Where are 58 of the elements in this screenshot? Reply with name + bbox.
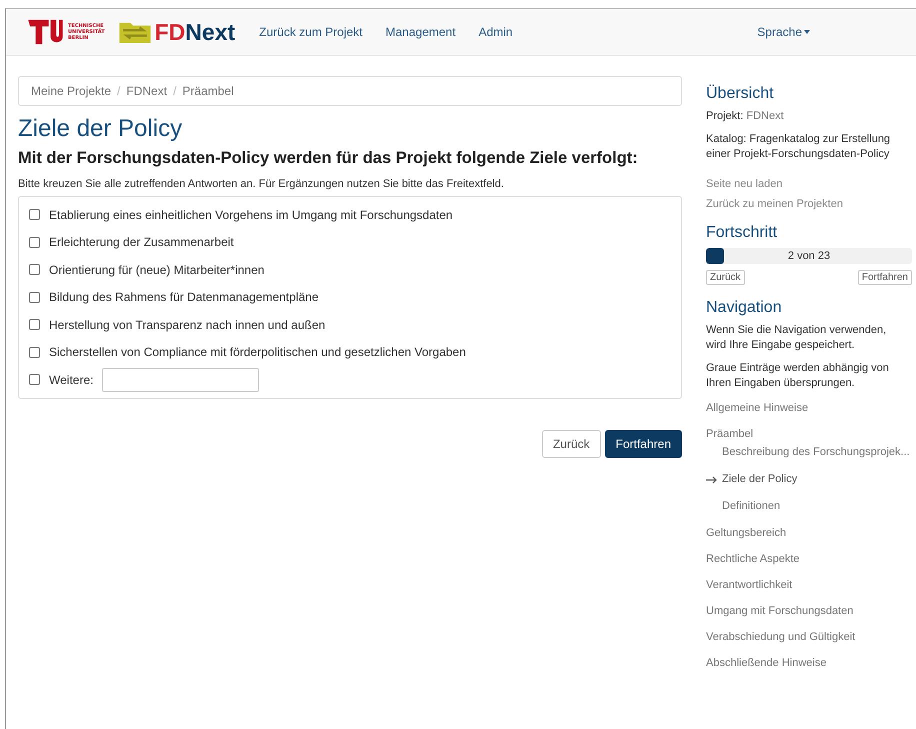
section-heading: Navigation	[706, 299, 783, 317]
option-label: Bildung des Rahmens für Datenmanagementpläne	[49, 290, 319, 304]
option-label: Orientierung für (neue) Mitarbeiter*innen	[49, 262, 264, 277]
brand-name[interactable]: FDNext	[154, 18, 236, 46]
checkbox[interactable]	[29, 209, 40, 220]
checkbox[interactable]	[29, 346, 40, 358]
navigation-item[interactable]: Beschreibung des Forschungsprojek...	[722, 445, 910, 460]
help-text: Bitte kreuzen Sie alle zutreffenden Antworten an. Für Ergänzungen nutzen Sie bitte das Freitextfeld.	[18, 178, 505, 190]
university-logo-icon	[26, 18, 64, 46]
checkbox[interactable]	[29, 374, 40, 386]
caret-icon	[804, 30, 810, 34]
option-label: Erleichterung der Zusammenarbeit	[49, 235, 234, 250]
sidebar-link[interactable]: Zurück zu meinen Projekten	[706, 198, 912, 210]
checkbox[interactable]	[29, 292, 40, 303]
continue-button[interactable]: Fortfahren	[858, 270, 912, 285]
navigation-item[interactable]: Verantwortlichkeit	[706, 578, 912, 593]
page-title: Ziele der Policy	[18, 115, 184, 143]
sidebar-link[interactable]: Seite neu laden	[706, 178, 912, 190]
input-field[interactable]	[102, 368, 260, 392]
option-label: Etablierung eines einheitlichen Vorgehens im Umgang mit Forschungsdaten	[49, 208, 453, 222]
navigation-note: Wenn Sie die Navigation verwenden, wird Ihre Eingabe gespeichert.	[706, 323, 888, 353]
navigation-item[interactable]: Definitionen	[722, 499, 780, 514]
nav-link[interactable]: Management	[386, 25, 456, 39]
breadcrumb-separator: /	[117, 84, 120, 98]
checkbox[interactable]	[29, 319, 40, 330]
checkbox[interactable]	[29, 264, 40, 276]
checkbox[interactable]	[29, 236, 40, 248]
back-button[interactable]: Zurück	[542, 430, 601, 458]
breadcrumb-link[interactable]: Präambel	[182, 84, 234, 98]
project-name: FDNext	[746, 110, 784, 122]
option-label: Sicherstellen von Compliance mit förderpolitischen und gesetzlichen Vorgaben	[49, 345, 466, 360]
catalog-text: Katalog: Fragenkatalog zur Erstellung einer Projekt-Forschungsdaten-Policy	[706, 132, 892, 162]
continue-button[interactable]: Fortfahren	[604, 430, 682, 458]
option-label: Herstellung von Transparenz nach innen und außen	[49, 318, 326, 332]
navigation-item[interactable]: Abschließende Hinweise	[706, 656, 912, 671]
language-menu[interactable]: Sprache	[757, 25, 810, 39]
option-label: Weitere:	[49, 372, 94, 387]
section-heading: Fortschritt	[706, 224, 778, 242]
navigation-item[interactable]: Präambel	[706, 427, 912, 442]
breadcrumb-link[interactable]: FDNext	[126, 84, 168, 98]
question-text: Mit der Forschungsdaten-Policy werden für das Projekt folgende Ziele verfolgt:	[18, 149, 639, 168]
progress-reading: 2 von 23	[786, 249, 832, 264]
navigation-item[interactable]: Ziele der Policy	[722, 472, 798, 487]
navigation-item[interactable]: Rechtliche Aspekte	[706, 552, 912, 567]
project-label: Projekt:	[706, 110, 744, 122]
nav-link[interactable]: Zurück zum Projekt	[259, 25, 363, 39]
arrow-icon	[706, 476, 718, 484]
section-heading: Übersicht	[706, 85, 775, 103]
navigation-item[interactable]: Allgemeine Hinweise	[706, 401, 912, 416]
breadcrumb-separator: /	[173, 84, 176, 98]
navigation-note: Graue Einträge werden abhängig von Ihren Eingaben übersprungen.	[706, 361, 890, 391]
navigation-item[interactable]: Geltungsbereich	[706, 526, 912, 541]
breadcrumb-link[interactable]: Meine Projekte	[31, 84, 112, 98]
navigation-item[interactable]: Umgang mit Forschungsdaten	[706, 604, 912, 619]
nav-link[interactable]: Admin	[478, 25, 513, 39]
navigation-item[interactable]: Verabschiedung und Gültigkeit	[706, 630, 912, 645]
back-button[interactable]: Zurück	[706, 270, 745, 285]
folder-logo-icon	[118, 21, 151, 43]
